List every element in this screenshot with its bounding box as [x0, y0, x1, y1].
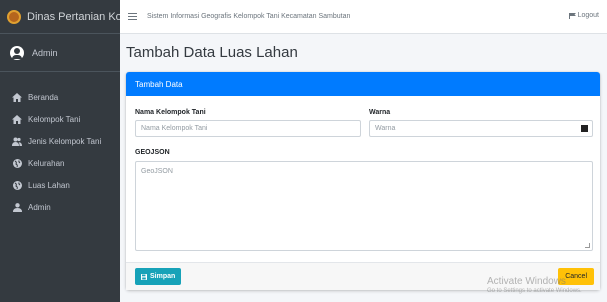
flag-icon — [568, 12, 576, 19]
sidebar-item-label: Jenis Kelompok Tani — [28, 136, 102, 146]
warna-placeholder: Warna — [375, 125, 396, 132]
nama-kelompok-label: Nama Kelompok Tani — [135, 109, 206, 116]
sidebar-item-admin[interactable]: Admin — [0, 196, 120, 218]
geojson-placeholder: GeoJSON — [141, 168, 173, 175]
globe-icon — [12, 180, 22, 190]
brand-text: Dinas Pertanian Kota Sa — [27, 10, 120, 23]
sidebar-item-luas-lahan[interactable]: Luas Lahan — [0, 174, 120, 196]
sidebar-item-beranda[interactable]: Beranda — [0, 86, 120, 108]
geojson-textarea[interactable]: GeoJSON — [135, 161, 593, 251]
brand-logo-icon — [7, 9, 21, 24]
user-icon — [12, 202, 22, 212]
sidebar-item-label: Luas Lahan — [28, 180, 70, 190]
user-circle-icon — [10, 45, 24, 60]
sidebar-item-kelurahan[interactable]: Kelurahan — [0, 152, 120, 174]
sidebar-item-label: Kelompok Tani — [28, 114, 81, 124]
warna-label: Warna — [369, 109, 391, 116]
app-title: Sistem Informasi Geografis Kelompok Tani… — [147, 13, 351, 20]
color-picker-icon[interactable] — [581, 125, 588, 132]
watermark-title: Activate Windows — [487, 276, 566, 287]
sidebar-item-label: Beranda — [28, 92, 59, 102]
logout-label: Logout — [577, 12, 599, 19]
watermark-subtitle: Go to Settings to activate Windows. — [487, 288, 582, 294]
sidebar-item-label: Kelurahan — [28, 158, 65, 168]
warna-input[interactable]: Warna — [369, 120, 593, 137]
save-button[interactable]: Simpan — [135, 268, 182, 285]
floppy-disk-icon — [141, 273, 147, 280]
card-header: Tambah Data — [126, 72, 600, 96]
sidebar-item-jenis-kelompok-tani[interactable]: Jenis Kelompok Tani — [0, 130, 120, 152]
globe-icon — [12, 158, 22, 168]
users-icon — [12, 136, 22, 146]
logout-link[interactable]: Logout — [568, 12, 599, 19]
nama-kelompok-input[interactable]: Nama Kelompok Tani — [135, 120, 361, 137]
brand-link[interactable]: Dinas Pertanian Kota Sa — [0, 0, 120, 34]
activate-windows-watermark: Activate Windows Go to Settings to activ… — [487, 276, 582, 294]
resize-handle-icon[interactable] — [585, 243, 590, 248]
save-label: Simpan — [150, 273, 176, 280]
sidebar-item-kelompok-tani[interactable]: Kelompok Tani — [0, 108, 120, 130]
sidebar: Dinas Pertanian Kota Sa Admin Beranda Ke… — [0, 0, 120, 302]
topbar: Sistem Informasi Geografis Kelompok Tani… — [120, 0, 607, 34]
home-icon — [12, 114, 22, 124]
home-icon — [12, 92, 22, 102]
user-panel[interactable]: Admin — [0, 34, 120, 72]
sidebar-nav: Beranda Kelompok Tani Jenis Kelompok Tan… — [0, 72, 120, 218]
form-card: Tambah Data Nama Kelompok Tani Nama Kelo… — [126, 72, 600, 290]
geojson-label: GEOJSON — [135, 149, 170, 156]
sidebar-item-label: Admin — [28, 202, 51, 212]
user-name: Admin — [32, 47, 58, 58]
menu-toggle-icon[interactable] — [128, 13, 137, 20]
page-title: Tambah Data Luas Lahan — [126, 44, 298, 61]
